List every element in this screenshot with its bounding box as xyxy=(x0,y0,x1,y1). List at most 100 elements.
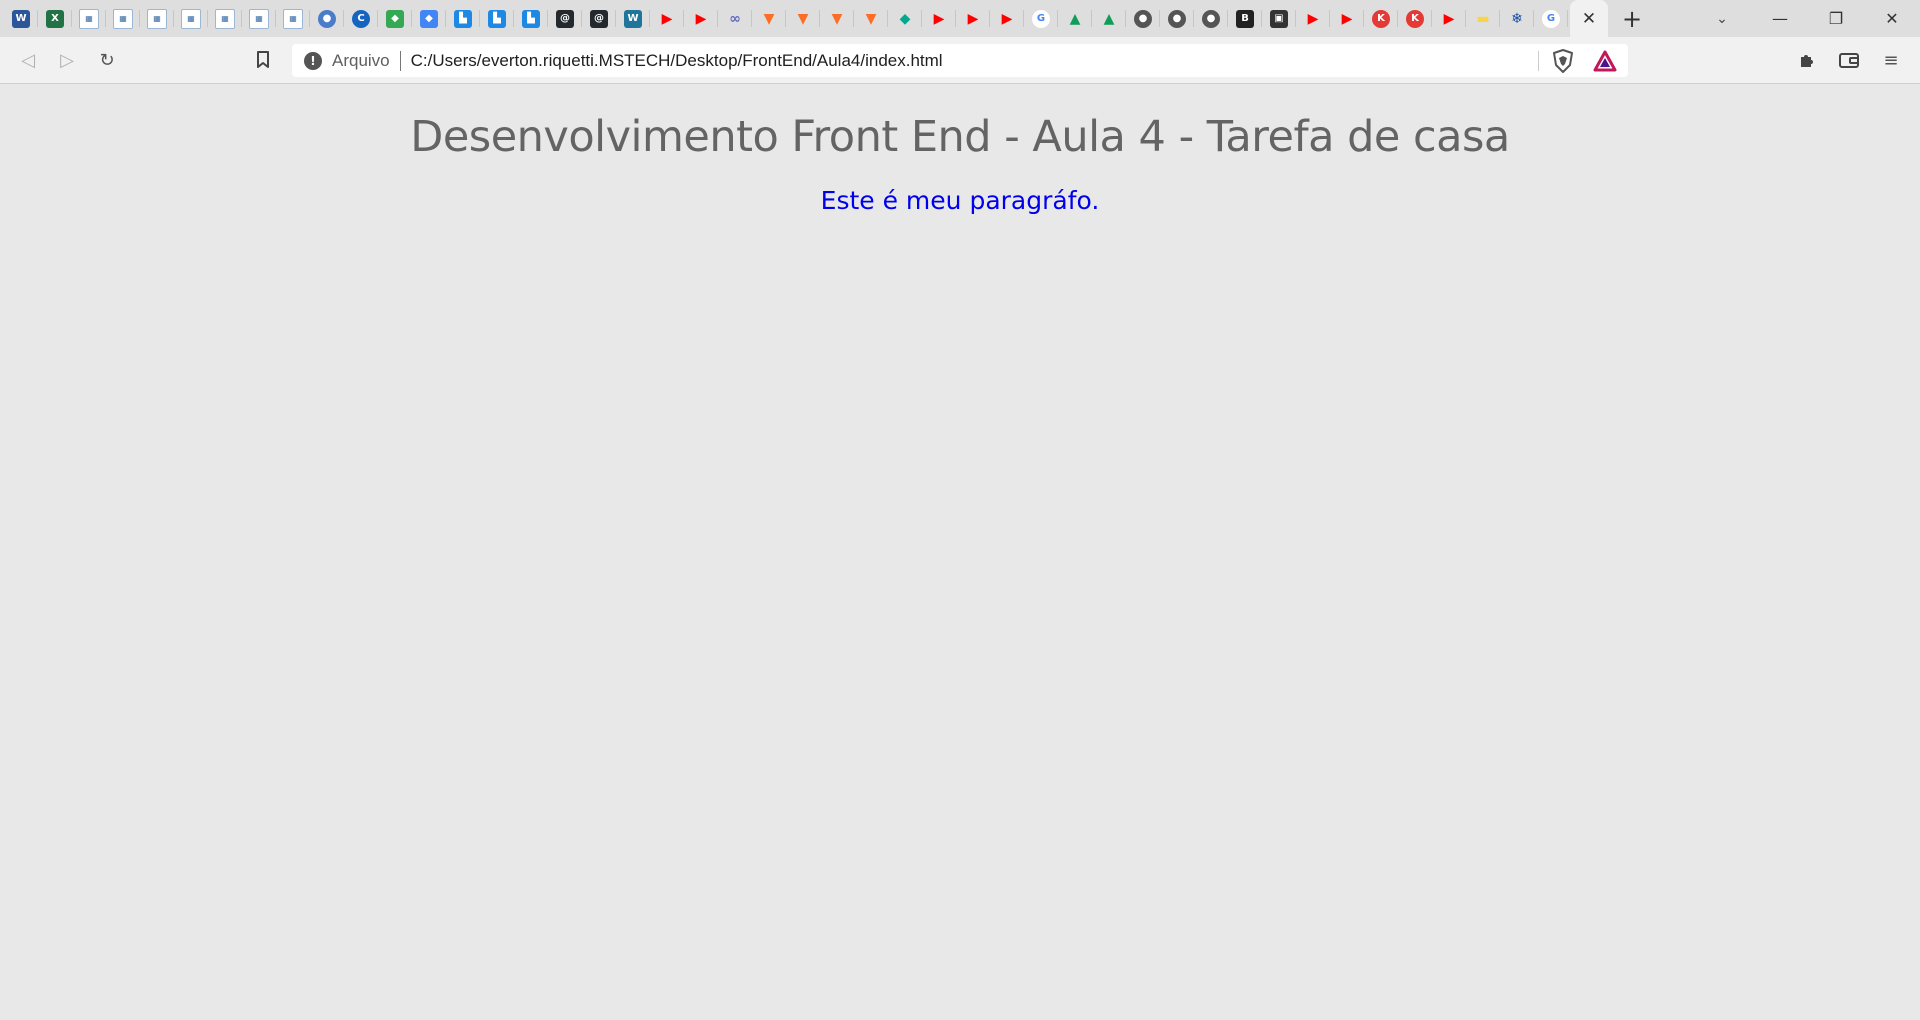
page-content: Desenvolvimento Front End - Aula 4 - Tar… xyxy=(0,84,1920,1020)
pinned-tab[interactable]: ▙ xyxy=(514,0,548,37)
pinned-tab[interactable]: K xyxy=(1398,0,1432,37)
globe-gray-icon: ● xyxy=(1202,9,1220,28)
wallet-button[interactable] xyxy=(1834,45,1864,75)
diamond-multicolor-icon: ◆ xyxy=(420,9,438,28)
pinned-tab[interactable]: ▶ xyxy=(1296,0,1330,37)
minimize-button[interactable]: — xyxy=(1752,0,1808,37)
gitlab-icon: ▼ xyxy=(763,10,775,27)
close-tab-icon[interactable]: ✕ xyxy=(1582,9,1596,29)
pinned-tab[interactable]: C xyxy=(344,0,378,37)
gitlab-icon: ▼ xyxy=(865,10,877,27)
pinned-tab[interactable]: ▶ xyxy=(650,0,684,37)
pinned-tab[interactable]: W xyxy=(4,0,38,37)
pinned-tab[interactable]: ▦ xyxy=(72,0,106,37)
pinned-tab[interactable]: ▶ xyxy=(1330,0,1364,37)
wallet-icon xyxy=(1839,53,1859,68)
pinned-tab[interactable]: ◆ xyxy=(888,0,922,37)
pinned-tab[interactable]: ▦ xyxy=(140,0,174,37)
close-window-button[interactable]: ✕ xyxy=(1864,0,1920,37)
back-button[interactable]: ◁ xyxy=(13,45,43,75)
pinned-tab[interactable]: ▣ xyxy=(1262,0,1296,37)
youtube-icon: ▶ xyxy=(1307,10,1319,27)
tab-search-button[interactable]: ⌄ xyxy=(1700,0,1744,37)
active-tab[interactable]: ✕ xyxy=(1570,0,1608,37)
github-like-icon: @ xyxy=(556,9,574,28)
reload-button[interactable]: ↻ xyxy=(92,45,122,75)
google-icon: G xyxy=(1031,8,1051,29)
pinned-tab[interactable]: ▼ xyxy=(752,0,786,37)
extensions-button[interactable] xyxy=(1792,45,1822,75)
pinned-tab[interactable]: ● xyxy=(1126,0,1160,37)
grid-page-icon: ▦ xyxy=(113,8,133,29)
globe-blue-icon: ● xyxy=(318,9,336,28)
pinned-tab[interactable]: ◆ xyxy=(412,0,446,37)
pinned-tab[interactable]: ▶ xyxy=(684,0,718,37)
youtube-icon: ▶ xyxy=(933,10,945,27)
grid-page-icon: ▦ xyxy=(181,8,201,29)
pinned-tab[interactable]: ▙ xyxy=(446,0,480,37)
grid-page-icon: ▦ xyxy=(283,8,303,29)
info-icon[interactable]: ! xyxy=(304,51,322,70)
restore-button[interactable]: ❐ xyxy=(1808,0,1864,37)
pinned-tab[interactable]: ● xyxy=(1194,0,1228,37)
pinned-tab[interactable]: ▲ xyxy=(1092,0,1126,37)
yellow-page-icon: ▬ xyxy=(1476,10,1490,27)
pinned-tab[interactable]: W xyxy=(616,0,650,37)
pinned-tab[interactable]: ▼ xyxy=(854,0,888,37)
building-icon: ▙ xyxy=(454,9,472,28)
pinned-tab[interactable]: @ xyxy=(582,0,616,37)
pinned-tab[interactable]: ▬ xyxy=(1466,0,1500,37)
pinned-tab[interactable]: ▶ xyxy=(1432,0,1466,37)
bookmark-button[interactable] xyxy=(248,45,278,75)
tab-strip: W X ▦ ▦ ▦ ▦ ▦ ▦ ▦ ● C ◆ ◆ ▙ ▙ ▙ @ @ W ▶ ▶ ∞ ▼ ▼ ▼ ▼ ◆ ▶ ▶ ▶ G ▲ ▲ ● ● ● B ▣ ▶ ▶… xyxy=(0,0,1920,37)
pinned-tab[interactable]: ▶ xyxy=(922,0,956,37)
pinned-tab[interactable]: ▦ xyxy=(242,0,276,37)
brave-rewards-icon[interactable] xyxy=(1593,49,1617,73)
contact-card-icon: ▣ xyxy=(1270,9,1288,28)
pinned-tab[interactable]: B xyxy=(1228,0,1262,37)
pinned-tab[interactable]: ◆ xyxy=(378,0,412,37)
k-logo-icon: K xyxy=(1372,9,1390,28)
pinned-tab[interactable]: ▼ xyxy=(820,0,854,37)
pinned-tab[interactable]: K xyxy=(1364,0,1398,37)
google-drive-icon: ▲ xyxy=(1103,10,1115,27)
pinned-tab[interactable]: ∞ xyxy=(718,0,752,37)
word-icon: W xyxy=(12,9,30,28)
pinned-tab[interactable]: G xyxy=(1024,0,1058,37)
pinned-tab[interactable]: ▶ xyxy=(956,0,990,37)
pinned-tab[interactable]: ▲ xyxy=(1058,0,1092,37)
pinned-tab[interactable]: ▦ xyxy=(276,0,310,37)
page-paragraph: Este é meu paragráfo. xyxy=(820,186,1100,215)
window-controls: ⌄ — ❐ ✕ xyxy=(1700,0,1920,37)
menu-button[interactable]: ≡ xyxy=(1876,45,1906,75)
pinned-tab[interactable]: ❄ xyxy=(1500,0,1534,37)
url-separator xyxy=(399,50,401,71)
url-scheme-label: Arquivo xyxy=(332,50,390,70)
grid-page-icon: ▦ xyxy=(215,8,235,29)
new-tab-button[interactable]: + xyxy=(1614,0,1650,37)
pinned-tab[interactable]: G xyxy=(1534,0,1568,37)
pinned-tab[interactable]: ▦ xyxy=(106,0,140,37)
pinned-tab[interactable]: ▦ xyxy=(208,0,242,37)
b2b-icon: B xyxy=(1236,9,1254,28)
pinned-tab[interactable]: ▼ xyxy=(786,0,820,37)
address-bar[interactable]: ! Arquivo C:/Users/everton.riquetti.MSTE… xyxy=(292,44,1628,77)
forward-button[interactable]: ▷ xyxy=(52,45,82,75)
page-title: Desenvolvimento Front End - Aula 4 - Tar… xyxy=(410,112,1510,162)
pinned-tab[interactable]: ● xyxy=(310,0,344,37)
pinned-tab[interactable]: X xyxy=(38,0,72,37)
pinned-tab[interactable]: @ xyxy=(548,0,582,37)
pinned-tab[interactable]: ▦ xyxy=(174,0,208,37)
c-logo-icon: C xyxy=(352,9,370,28)
browser-toolbar: ◁ ▷ ↻ ! Arquivo C:/Users/everton.riquett… xyxy=(0,37,1920,84)
pinned-tab[interactable]: ▙ xyxy=(480,0,514,37)
brave-shield-icon[interactable] xyxy=(1551,49,1575,73)
excel-icon: X xyxy=(46,9,64,28)
pinned-tab[interactable]: ▶ xyxy=(990,0,1024,37)
youtube-icon: ▶ xyxy=(967,10,979,27)
github-like-icon: @ xyxy=(590,9,608,28)
k-logo-icon: K xyxy=(1406,9,1424,28)
url-text[interactable]: C:/Users/everton.riquetti.MSTECH/Desktop… xyxy=(411,51,943,71)
pinned-tab[interactable]: ● xyxy=(1160,0,1194,37)
diamond-multicolor-icon: ◆ xyxy=(386,9,404,28)
